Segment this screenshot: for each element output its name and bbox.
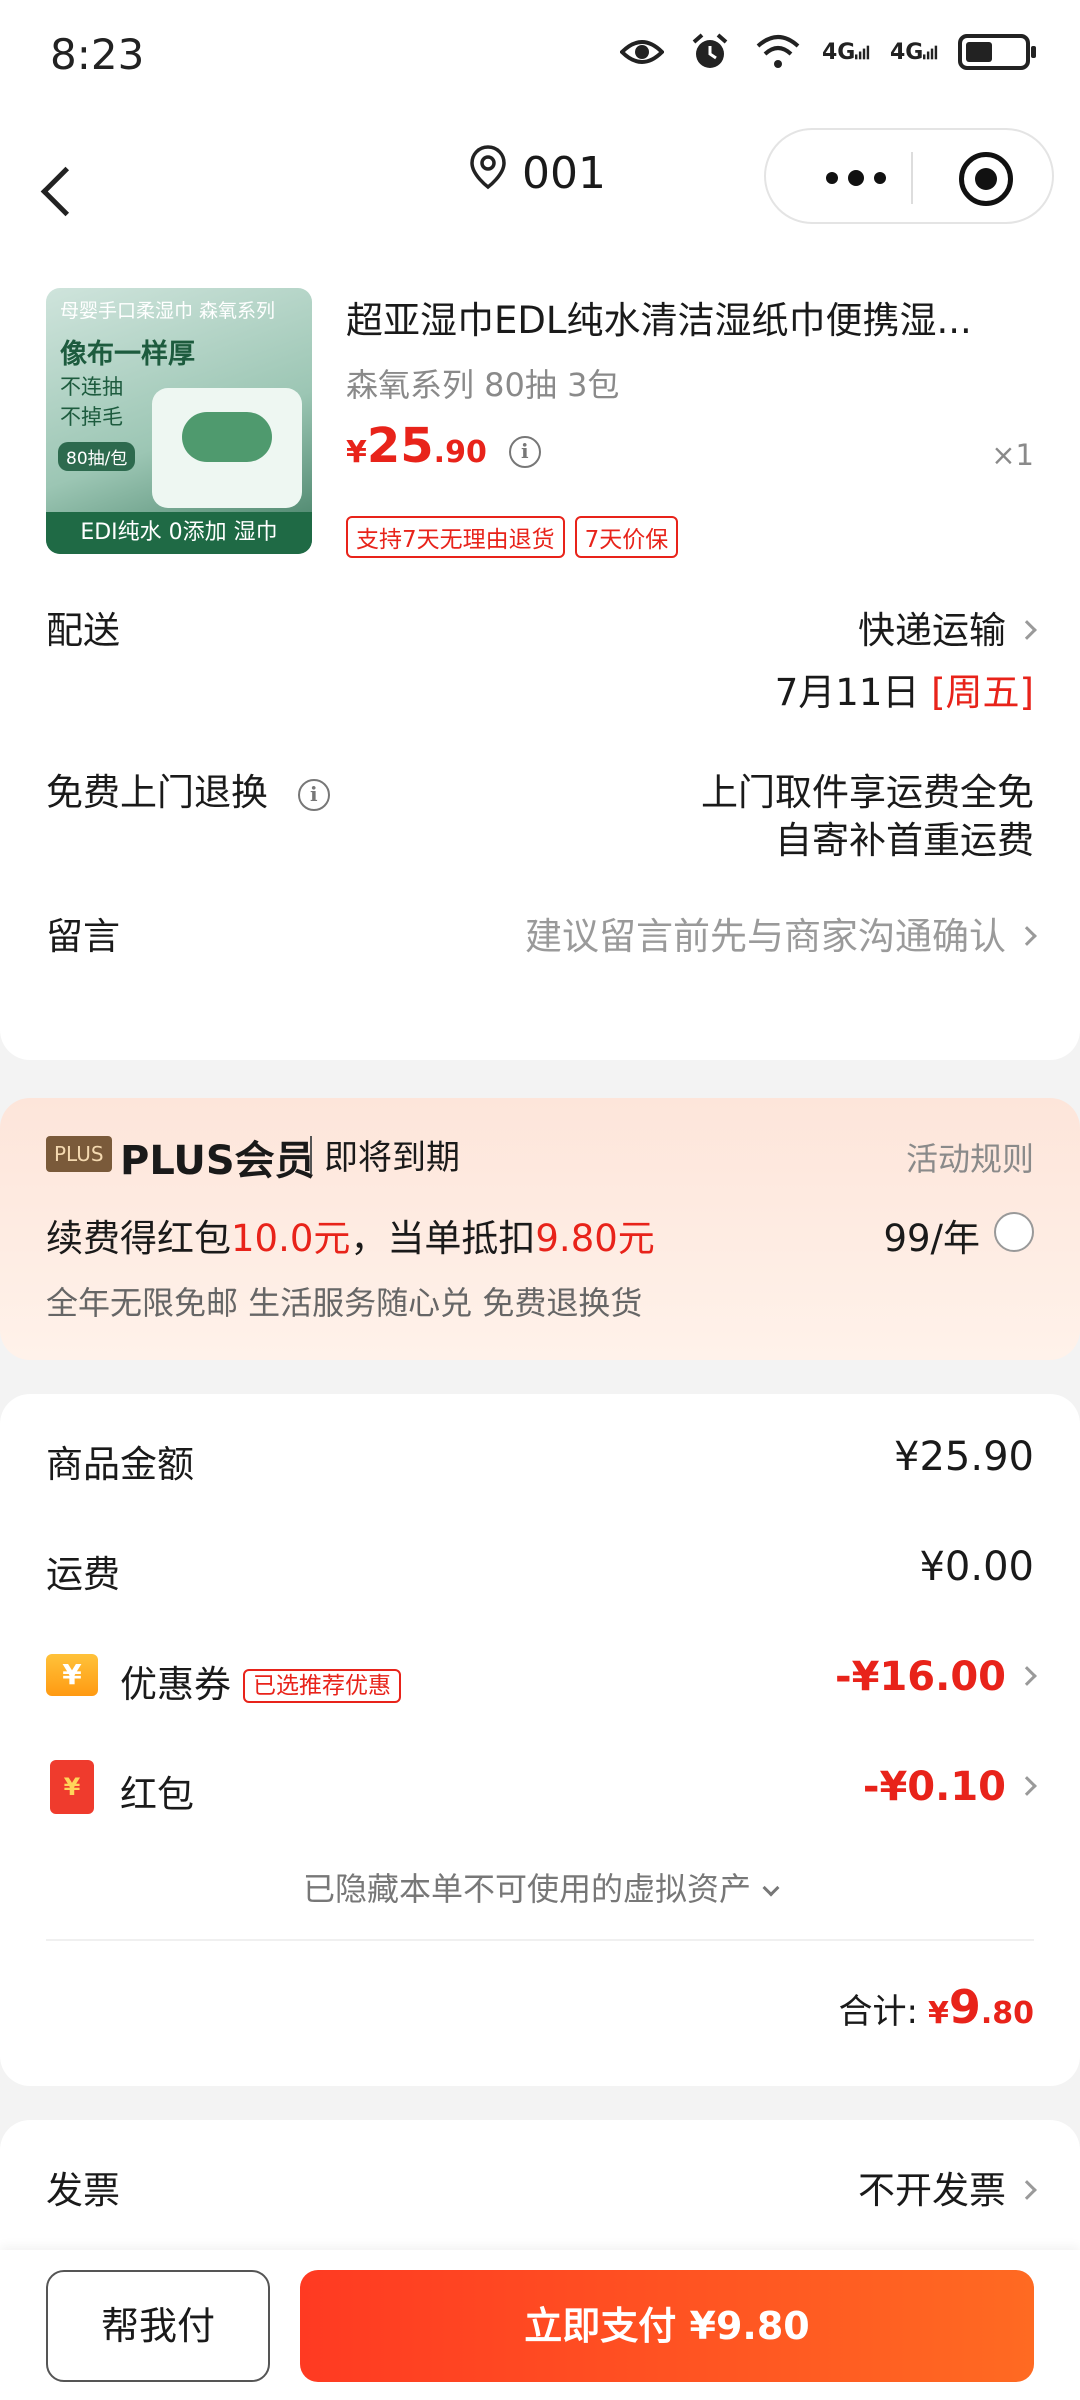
address-selector[interactable]: 001 (470, 145, 606, 202)
address-text: 001 (522, 148, 606, 199)
close-program-button[interactable] (959, 152, 1013, 206)
delivery-date: 7月11日 (774, 671, 920, 714)
plus-member-card: PLUS PLUS会员 即将到期 活动规则 续费得红包10.0元，当单抵扣9.8… (0, 1098, 1080, 1360)
redpacket-label: 红包 (120, 1773, 194, 1816)
plus-rules-link[interactable]: 活动规则 (906, 1134, 1034, 1180)
product-price: ¥ 25 .90 i (346, 418, 541, 474)
amount-card: 商品金额 ¥25.90 运费 ¥0.00 ¥ 优惠券 已选推荐优惠 -¥16.00… (0, 1394, 1080, 2086)
redpacket-value: -¥0.10 (862, 1764, 1006, 1810)
hidden-assets-toggle[interactable]: 已隐藏本单不可使用的虚拟资产 (0, 1864, 1080, 1910)
alarm-icon (686, 28, 734, 76)
goods-amount-row: 商品金额 ¥25.90 (46, 1434, 1034, 1488)
status-time: 8:23 (50, 30, 145, 79)
delivery-weekday: [周五] (931, 671, 1034, 714)
eye-icon (618, 28, 666, 76)
bottom-action-bar: 帮我付 立即支付 ¥9.80 (0, 2250, 1080, 2400)
plus-renew-text: 续费得红包10.0元，当单抵扣9.80元 (46, 1217, 655, 1260)
product-tags: 支持7天无理由退货 7天价保 (346, 516, 679, 558)
chevron-right-icon (1017, 1776, 1037, 1796)
status-bar: 8:23 4G 4G (0, 0, 1080, 120)
invoice-value: 不开发票 (858, 2169, 1006, 2212)
pay-now-button[interactable]: 立即支付 ¥9.80 (300, 2270, 1034, 2382)
tag-7day-return: 支持7天无理由退货 (346, 516, 565, 558)
wipes-pack-graphic (152, 388, 302, 508)
coupon-icon: ¥ (46, 1654, 98, 1696)
nav-bar: 001 (0, 120, 1080, 270)
chevron-right-icon (1017, 925, 1037, 946)
return-info-icon[interactable]: i (297, 779, 330, 811)
red-packet-icon: ¥ (50, 1760, 94, 1814)
chevron-right-icon (1017, 619, 1037, 640)
shipping-label: 运费 (46, 1553, 120, 1596)
location-pin-icon (470, 145, 506, 202)
message-row[interactable]: 留言 建议留言前先与商家沟通确认 (46, 906, 1037, 960)
product-image[interactable]: 母婴手口柔湿巾 森氧系列 像布一样厚 不连抽 不掉毛 80抽/包 EDI纯水 0… (46, 288, 312, 554)
total-label: 合计: (838, 1992, 918, 2032)
signal-4g-icon-2: 4G (890, 28, 938, 76)
price-info-icon[interactable]: i (508, 436, 541, 468)
product-quantity: ×1 (991, 438, 1034, 472)
total-value: ¥9.80 (927, 1980, 1034, 2034)
plus-price: 99/年 (883, 1217, 980, 1260)
delivery-label: 配送 (46, 609, 120, 652)
message-label: 留言 (46, 915, 120, 958)
delivery-method: 快递运输 (858, 609, 1006, 652)
chevron-down-icon (762, 1879, 780, 1897)
mini-program-capsule (764, 128, 1054, 224)
invoice-row[interactable]: 发票 不开发票 (46, 2160, 1037, 2214)
return-line1: 上门取件享运费全免 (701, 771, 1034, 814)
help-pay-button[interactable]: 帮我付 (46, 2270, 270, 2382)
chevron-right-icon (1017, 2179, 1037, 2200)
plus-expiring: 即将到期 (324, 1138, 460, 1178)
back-button[interactable] (34, 162, 94, 222)
delivery-row[interactable]: 配送 快递运输 (46, 600, 1037, 654)
shipping-value: ¥0.00 (919, 1544, 1034, 1590)
free-return-row[interactable]: 免费上门退换 i 上门取件享运费全免 (46, 762, 1034, 816)
goods-amount-value: ¥25.90 (894, 1434, 1034, 1480)
goods-amount-label: 商品金额 (46, 1443, 194, 1486)
coupon-label: 优惠券 (120, 1663, 231, 1706)
plus-title: PLUS会员 (120, 1138, 315, 1184)
return-line2: 自寄补首重运费 (775, 819, 1034, 862)
free-return-label: 免费上门退换 (46, 771, 268, 814)
battery-icon (958, 34, 1036, 70)
plus-select-radio[interactable] (994, 1212, 1034, 1252)
status-icons: 4G 4G (618, 28, 1036, 76)
order-card: 母婴手口柔湿巾 森氧系列 像布一样厚 不连抽 不掉毛 80抽/包 EDI纯水 0… (0, 270, 1080, 1060)
product-title[interactable]: 超亚湿巾EDL纯水清洁湿纸巾便携湿... (346, 290, 1036, 344)
shipping-row: 运费 ¥0.00 (46, 1544, 1034, 1598)
more-button[interactable] (806, 158, 906, 198)
chevron-right-icon (1017, 1666, 1037, 1686)
invoice-label: 发票 (46, 2169, 120, 2212)
order-total: 合计: ¥9.80 (838, 1980, 1034, 2034)
coupon-value: -¥16.00 (835, 1654, 1006, 1700)
plus-badge: PLUS (46, 1136, 112, 1172)
message-input[interactable]: 建议留言前先与商家沟通确认 (525, 915, 1006, 958)
wifi-icon (754, 28, 802, 76)
signal-4g-icon-1: 4G (822, 28, 870, 76)
tag-price-protect: 7天价保 (574, 516, 679, 558)
plus-benefits: 全年无限免邮 生活服务随心兑 免费退换货 (46, 1284, 643, 1322)
coupon-selected-tag: 已选推荐优惠 (243, 1668, 401, 1703)
product-spec: 森氧系列 80抽 3包 (346, 366, 620, 404)
